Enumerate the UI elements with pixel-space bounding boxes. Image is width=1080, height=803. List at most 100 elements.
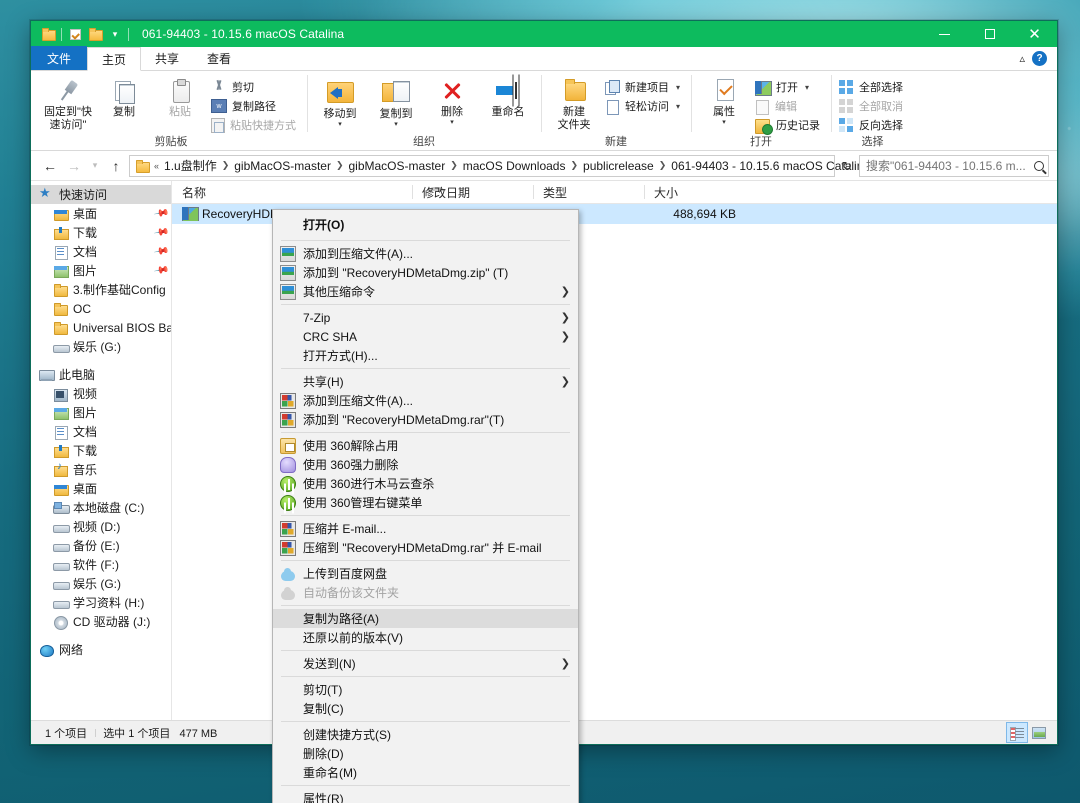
sidebar-item-entertainment-g[interactable]: 娱乐 (G:) [31,337,171,356]
chevron-down-icon[interactable]: ▾ [805,83,809,92]
sidebar-item-drive-d[interactable]: 视频 (D:) [31,517,171,536]
breadcrumb-item[interactable]: gibMacOS-master [231,157,334,175]
breadcrumb-separator[interactable]: ❯ [334,160,346,171]
breadcrumb-separator[interactable]: ❯ [448,160,460,171]
sidebar-item-drive-g[interactable]: 娱乐 (G:) [31,574,171,593]
minimize-button[interactable] [922,21,967,47]
menu-item-cut[interactable]: 剪切(T) [273,680,578,699]
sidebar-item-universal-bios[interactable]: Universal BIOS Bac [31,318,171,337]
tab-view[interactable]: 查看 [193,46,245,70]
sidebar-item-documents-pc[interactable]: 文档 [31,422,171,441]
sidebar-item-oc[interactable]: OC [31,299,171,318]
menu-item-add-to-archive-rar[interactable]: 添加到压缩文件(A)... [273,391,578,410]
up-button[interactable]: ↑ [105,155,127,177]
large-icons-view-button[interactable] [1029,723,1049,742]
chevron-down-icon[interactable]: ▾ [450,119,454,126]
menu-item-properties[interactable]: 属性(R) [273,789,578,803]
menu-item-360-unlock[interactable]: 使用 360解除占用 [273,436,578,455]
open-button[interactable]: 打开 ▾ [753,78,825,96]
chevron-down-icon[interactable]: ▾ [676,83,680,92]
menu-item-add-to-named-rar[interactable]: 添加到 "RecoveryHDMetaDmg.rar"(T) [273,410,578,429]
folder-icon[interactable] [85,23,105,45]
menu-item-delete[interactable]: 删除(D) [273,744,578,763]
breadcrumb-item[interactable]: gibMacOS-master [346,157,449,175]
copy-button[interactable]: 复制 [97,75,151,119]
sidebar-item-music[interactable]: 音乐 [31,460,171,479]
delete-button[interactable]: 删除 ▾ [425,75,479,126]
breadcrumb-separator[interactable]: ❯ [657,160,669,171]
history-button[interactable]: 历史记录 [753,116,825,135]
search-box[interactable] [859,154,1049,177]
sidebar-item-network[interactable]: 网络 [31,640,171,659]
sidebar-item-downloads-pc[interactable]: 下载 [31,441,171,460]
menu-item-add-to-named-zip[interactable]: 添加到 "RecoveryHDMetaDmg.zip" (T) [273,263,578,282]
menu-item-compress-and-email[interactable]: 压缩并 E-mail... [273,519,578,538]
breadcrumb-item[interactable]: 1.u盘制作 [161,155,220,176]
sidebar-item-pictures-pc[interactable]: 图片 [31,403,171,422]
menu-item-create-shortcut[interactable]: 创建快捷方式(S) [273,725,578,744]
sidebar-item-this-pc[interactable]: 此电脑 [31,365,171,384]
menu-item-upload-to-baidu-cloud[interactable]: 上传到百度网盘 [273,564,578,583]
sidebar-item-drive-f[interactable]: 软件 (F:) [31,555,171,574]
menu-item-360-force-delete[interactable]: 使用 360强力删除 [273,455,578,474]
recent-locations-button[interactable]: ▾ [87,155,103,177]
new-item-button[interactable]: 新建项目 ▾ [603,78,685,96]
chevron-up-icon[interactable]: ▵ [1019,52,1025,65]
sidebar-item-config[interactable]: 3.制作基础Config [31,280,171,299]
chevron-down-icon[interactable]: ▾ [394,121,398,128]
sidebar-item-desktop[interactable]: 桌面 📌 [31,204,171,223]
chevron-down-icon[interactable]: ▾ [338,121,342,128]
select-none-button[interactable]: 全部取消 [837,97,908,115]
tab-home[interactable]: 主页 [87,47,142,71]
menu-item-other-archive-commands[interactable]: 其他压缩命令 ❯ [273,282,578,301]
menu-item-crc-sha[interactable]: CRC SHA ❯ [273,327,578,346]
sidebar-item-drive-e[interactable]: 备份 (E:) [31,536,171,555]
menu-item-copy-as-path[interactable]: 复制为路径(A) [273,609,578,628]
menu-item-share[interactable]: 共享(H) ❯ [273,372,578,391]
menu-item-360-trojan-scan[interactable]: 使用 360进行木马云查杀 [273,474,578,493]
column-header-size[interactable]: 大小 [644,181,744,203]
rename-button[interactable]: 重命名 [481,75,535,119]
column-header-date[interactable]: 修改日期 [412,181,533,203]
sidebar-item-quick-access[interactable]: 快速访问 [31,185,171,204]
properties-button[interactable]: 属性 ▾ [697,75,751,126]
menu-item-compress-to-rar-and-email[interactable]: 压缩到 "RecoveryHDMetaDmg.rar" 并 E-mail [273,538,578,557]
column-header-type[interactable]: 类型 [533,181,644,203]
help-icon[interactable]: ? [1032,51,1047,66]
menu-item-360-menu-manager[interactable]: 使用 360管理右键菜单 [273,493,578,512]
menu-item-open[interactable]: 打开(O) [273,212,578,237]
easy-access-button[interactable]: 轻松访问 ▾ [603,97,685,115]
paste-shortcut-button[interactable]: 粘贴快捷方式 [209,116,301,134]
dropdown-caret-icon[interactable]: ▾ [105,23,125,45]
invert-selection-button[interactable]: 反向选择 [837,116,908,134]
cut-button[interactable]: 剪切 [209,78,301,96]
search-icon[interactable] [1034,160,1044,171]
menu-item-copy[interactable]: 复制(C) [273,699,578,718]
sidebar-item-drive-h[interactable]: 学习资料 (H:) [31,593,171,612]
breadcrumb-separator[interactable]: ❯ [220,160,232,171]
tab-file[interactable]: 文件 [31,46,88,70]
breadcrumb-separator[interactable]: ❯ [568,160,580,171]
forward-button[interactable]: → [63,155,85,177]
maximize-button[interactable] [967,21,1012,47]
sidebar-item-local-disk-c[interactable]: 本地磁盘 (C:) [31,498,171,517]
tab-share[interactable]: 共享 [141,46,193,70]
breadcrumb-item[interactable]: macOS Downloads [460,157,569,175]
menu-item-restore-previous-versions[interactable]: 还原以前的版本(V) [273,628,578,647]
details-view-button[interactable] [1006,722,1028,743]
sidebar-item-cd-drive-j[interactable]: CD 驱动器 (J:) [31,612,171,631]
sidebar-item-desktop-pc[interactable]: 桌面 [31,479,171,498]
sidebar-item-downloads[interactable]: 下载 📌 [31,223,171,242]
folder-icon[interactable] [38,23,58,45]
menu-item-add-to-archive-zip[interactable]: 添加到压缩文件(A)... [273,244,578,263]
breadcrumb[interactable]: « 1.u盘制作 ❯ gibMacOS-master ❯ gibMacOS-ma… [129,154,884,177]
sidebar-item-pictures[interactable]: 图片 📌 [31,261,171,280]
chevron-down-icon[interactable]: ▾ [722,119,726,126]
chevron-down-icon[interactable]: ▾ [676,102,680,111]
close-button[interactable]: ✕ [1012,21,1057,47]
back-button[interactable]: ← [39,155,61,177]
menu-item-send-to[interactable]: 发送到(N) ❯ [273,654,578,673]
menu-item-open-with[interactable]: 打开方式(H)... [273,346,578,365]
sidebar-item-videos[interactable]: 视频 [31,384,171,403]
menu-item-rename[interactable]: 重命名(M) [273,763,578,782]
